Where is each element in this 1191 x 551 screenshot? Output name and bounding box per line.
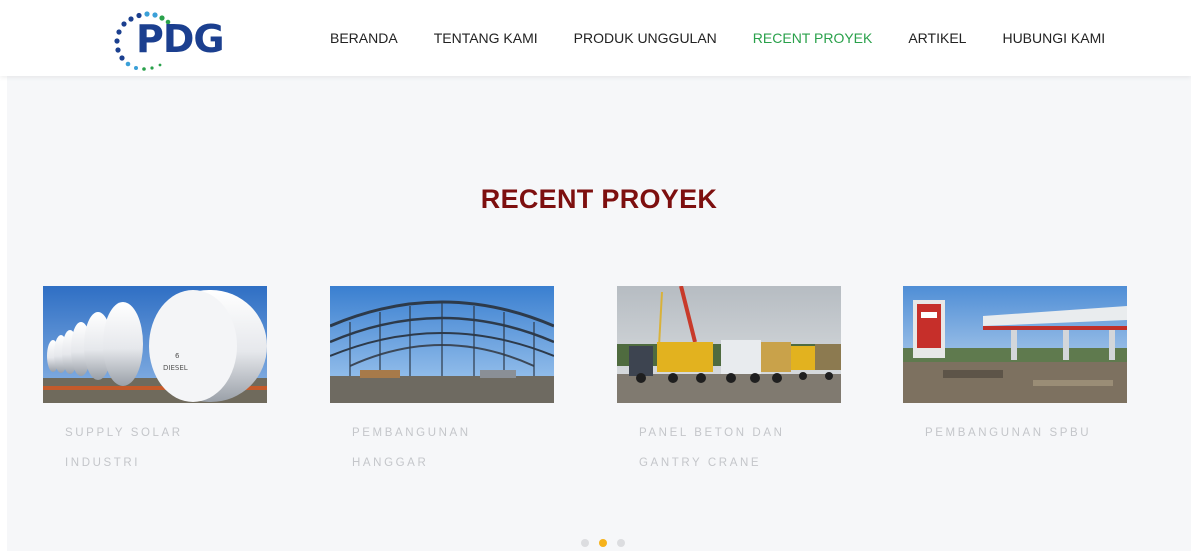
- project-title[interactable]: SUPPLY SOLAR INDUSTRI: [43, 418, 267, 478]
- carousel-pagination: [581, 539, 635, 547]
- nav-item-recent-proyek[interactable]: RECENT PROYEK: [753, 30, 873, 46]
- svg-text:6: 6: [175, 352, 180, 360]
- nav-item-hubungi-kami[interactable]: HUBUNGI KAMI: [1002, 30, 1105, 46]
- steel-hangar-roof-photo[interactable]: [330, 286, 554, 403]
- section-title: RECENT PROYEK: [480, 184, 718, 214]
- nav-item-tentang-kami[interactable]: TENTANG KAMI: [434, 30, 538, 46]
- logo-text: PDG: [136, 17, 225, 61]
- gas-station-construction-photo[interactable]: [903, 286, 1127, 403]
- project-title[interactable]: PANEL BETON DAN GANTRY CRANE: [617, 418, 841, 478]
- svg-text:DIESEL: DIESEL: [163, 364, 188, 372]
- project-card[interactable]: PANEL BETON DAN GANTRY CRANE: [617, 286, 841, 478]
- project-title[interactable]: PEMBANGUNAN SPBU: [903, 418, 1127, 448]
- carousel-dot-1[interactable]: [581, 539, 589, 547]
- cranes-and-trucks-photo[interactable]: [617, 286, 841, 403]
- project-card[interactable]: 6 DIESEL SUPPLY SOLAR INDUSTRI: [43, 286, 267, 478]
- brand-logo[interactable]: PDG: [110, 10, 230, 72]
- nav-item-produk-unggulan[interactable]: PRODUK UNGGULAN: [574, 30, 717, 46]
- carousel-dot-2[interactable]: [599, 539, 607, 547]
- nav-item-beranda[interactable]: BERANDA: [330, 30, 398, 46]
- nav-item-artikel[interactable]: ARTIKEL: [908, 30, 966, 46]
- site-header: PDG BERANDA TENTANG KAMI PRODUK UNGGULAN…: [0, 0, 1191, 76]
- project-title[interactable]: PEMBANGUNAN HANGGAR: [330, 418, 554, 478]
- white-fuel-tanks-photo[interactable]: 6 DIESEL: [43, 286, 267, 403]
- project-card[interactable]: PEMBANGUNAN HANGGAR: [330, 286, 554, 478]
- main-nav: BERANDA TENTANG KAMI PRODUK UNGGULAN REC…: [330, 0, 1141, 76]
- carousel-dot-3[interactable]: [617, 539, 625, 547]
- project-card[interactable]: PEMBANGUNAN SPBU: [903, 286, 1127, 448]
- recent-projects-section: RECENT PROYEK 6 DIESEL SUPPLY SOLAR INDU…: [7, 76, 1191, 551]
